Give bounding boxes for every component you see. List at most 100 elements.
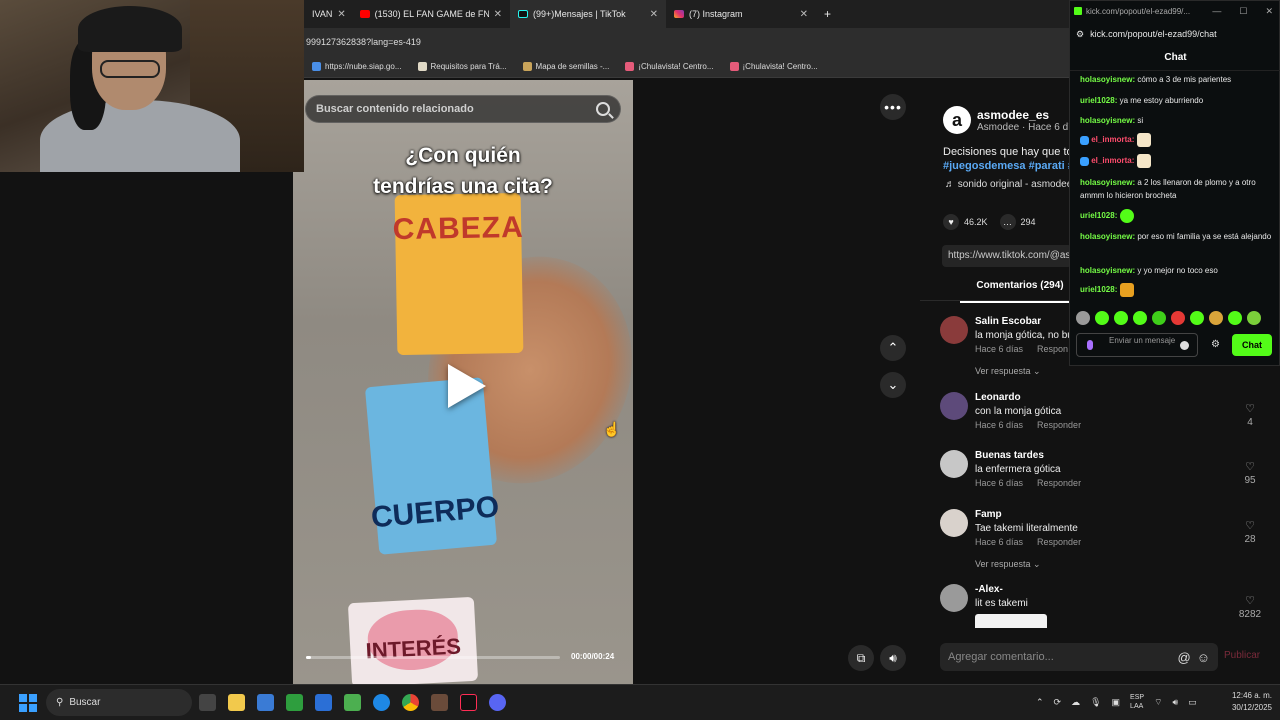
chat-username[interactable]: uriel1028:: [1080, 211, 1117, 220]
bookmark-item[interactable]: Mapa de semillas -...: [515, 62, 618, 71]
comment-image[interactable]: [975, 614, 1047, 628]
author-row[interactable]: a asmodee_es Asmodee · Hace 6 días: [943, 106, 1073, 134]
chat-username[interactable]: holasoyisnew:: [1080, 232, 1135, 241]
emote-icon[interactable]: [1190, 311, 1204, 325]
like-stat[interactable]: ♥ 46.2K: [943, 214, 988, 230]
comment-like[interactable]: ♡ 4: [1238, 402, 1262, 428]
taskbar-search[interactable]: ⚲ Buscar: [46, 689, 192, 716]
emote-icon[interactable]: [1247, 311, 1261, 325]
xbox-icon[interactable]: [286, 694, 303, 711]
publish-button[interactable]: Publicar: [1224, 650, 1260, 661]
add-comment-input[interactable]: Agregar comentario... @ ☺: [940, 643, 1218, 671]
close-icon[interactable]: ✕: [494, 9, 502, 20]
close-icon[interactable]: ✕: [800, 9, 808, 20]
tiktok-icon[interactable]: [460, 694, 477, 711]
tab-tiktok[interactable]: (99+)Mensajes | TikTok ✕: [510, 0, 666, 28]
more-options-button[interactable]: •••: [880, 94, 906, 120]
comment-icon[interactable]: …: [999, 214, 1016, 230]
view-replies-button[interactable]: Ver respuesta ⌄: [975, 366, 1041, 377]
comment-author[interactable]: -Alex-: [975, 584, 1003, 595]
reply-button[interactable]: Respon: [1037, 344, 1068, 354]
emote-icon[interactable]: [1228, 311, 1242, 325]
bookmark-item[interactable]: https://nube.siap.go...: [304, 62, 410, 71]
settings-icon[interactable]: ⚙: [1076, 29, 1084, 40]
emote-icon[interactable]: [1152, 311, 1166, 325]
heart-icon[interactable]: ♡: [1245, 520, 1255, 532]
minimize-icon[interactable]: —: [1212, 6, 1221, 17]
emote-icon[interactable]: [1114, 311, 1128, 325]
avatar[interactable]: [940, 509, 968, 537]
heart-icon[interactable]: ♡: [1245, 461, 1255, 473]
avatar[interactable]: [940, 316, 968, 344]
comment-stat[interactable]: … 294: [999, 214, 1036, 230]
edge-icon[interactable]: [373, 694, 390, 711]
avatar[interactable]: [940, 450, 968, 478]
store-icon[interactable]: [257, 694, 274, 711]
video-progress-bar[interactable]: [306, 656, 560, 659]
hashtags[interactable]: #juegosdemesa #parati #: [943, 159, 1073, 173]
close-icon[interactable]: ✕: [650, 9, 658, 20]
volume-icon[interactable]: 🔊︎: [1173, 697, 1179, 708]
file-explorer-icon[interactable]: [228, 694, 245, 711]
close-icon[interactable]: ✕: [337, 9, 345, 20]
search-icon[interactable]: [596, 102, 610, 116]
chat-username[interactable]: el_inmorta:: [1091, 156, 1134, 165]
comment-author[interactable]: Leonardo: [975, 392, 1021, 403]
share-link[interactable]: https://www.tiktok.com/@as: [942, 245, 1072, 267]
comment-like[interactable]: ♡ 28: [1238, 519, 1262, 545]
chat-send-button[interactable]: Chat: [1232, 334, 1272, 356]
emoji-icon[interactable]: [1180, 341, 1189, 350]
heart-icon[interactable]: ♥: [943, 214, 959, 230]
mention-icon[interactable]: @: [1178, 650, 1191, 665]
reply-button[interactable]: Responder: [1037, 420, 1081, 430]
tab-ivan[interactable]: IVAN ✕: [304, 0, 352, 28]
comment-author[interactable]: Salin Escobar: [975, 316, 1041, 327]
emoji-icon[interactable]: ☺: [1197, 650, 1210, 665]
close-icon[interactable]: ✕: [1265, 6, 1273, 17]
chat-message-input[interactable]: Enviar un mensaje: [1076, 333, 1198, 357]
clock[interactable]: 12:46 a. m. 30/12/2025: [1226, 690, 1272, 714]
emote-icon[interactable]: [1076, 311, 1090, 325]
chat-username[interactable]: holasoyisnew:: [1080, 75, 1135, 84]
tab-youtube[interactable]: (1530) EL FAN GAME de FNAF ✕: [352, 0, 510, 28]
battery-icon[interactable]: ▭: [1188, 697, 1197, 708]
comment-author[interactable]: Famp: [975, 509, 1002, 520]
emote-icon[interactable]: [1133, 311, 1147, 325]
comment-like[interactable]: ♡ 95: [1238, 460, 1262, 486]
floating-player-button[interactable]: ⧉: [848, 645, 874, 671]
bookmark-item[interactable]: ¡Chulavista! Centro...: [722, 62, 826, 71]
chat-username[interactable]: holasoyisnew:: [1080, 178, 1135, 187]
discord-icon[interactable]: [489, 694, 506, 711]
chat-username[interactable]: uriel1028:: [1080, 96, 1117, 105]
chat-username[interactable]: uriel1028:: [1080, 285, 1117, 294]
previous-video-button[interactable]: ⌃: [880, 335, 906, 361]
volume-button[interactable]: 🔊︎: [880, 645, 906, 671]
minecraft-icon[interactable]: [344, 694, 361, 711]
chat-username[interactable]: holasoyisnew:: [1080, 116, 1135, 125]
heart-icon[interactable]: ♡: [1245, 595, 1255, 607]
windows-start-icon[interactable]: [19, 694, 37, 712]
chat-url-bar[interactable]: ⚙ kick.com/popout/el-ezad99/chat: [1070, 23, 1280, 45]
microphone-icon[interactable]: 🎙︎: [1090, 697, 1101, 708]
emote-icon[interactable]: [1095, 311, 1109, 325]
chat-username[interactable]: holasoyisnew:: [1080, 266, 1135, 275]
app-icon[interactable]: [431, 694, 448, 711]
microphone-icon[interactable]: [1087, 340, 1093, 350]
chat-username[interactable]: el_inmorta:: [1091, 135, 1134, 144]
emote-icon[interactable]: [1209, 311, 1223, 325]
reply-button[interactable]: Responder: [1037, 478, 1081, 488]
comment-like[interactable]: ♡ 8282: [1238, 594, 1262, 620]
chrome-icon[interactable]: [402, 694, 419, 711]
app-icon[interactable]: [315, 694, 332, 711]
chat-settings-icon[interactable]: ⚙: [1211, 339, 1220, 350]
related-search-input[interactable]: Buscar contenido relacionado: [305, 95, 621, 123]
sync-icon[interactable]: ⟳: [1054, 697, 1062, 708]
play-icon[interactable]: [448, 364, 486, 408]
reply-button[interactable]: Responder: [1037, 537, 1081, 547]
maximize-icon[interactable]: ☐: [1239, 6, 1247, 17]
heart-icon[interactable]: ♡: [1245, 403, 1255, 415]
comment-author[interactable]: Buenas tardes: [975, 450, 1044, 461]
chevron-up-icon[interactable]: ⌃: [1036, 697, 1044, 708]
app-tray-icon[interactable]: ▣: [1112, 697, 1121, 708]
avatar[interactable]: [940, 392, 968, 420]
